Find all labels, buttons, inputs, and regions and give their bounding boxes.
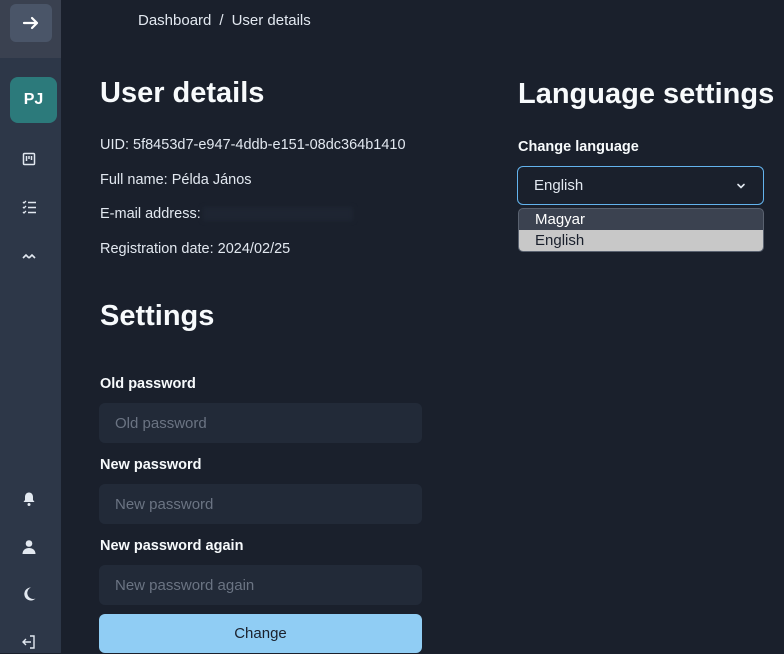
uid-text: UID: 5f8453d7-e947-4ddb-e151-08dc364b141… xyxy=(100,137,406,153)
profile-button[interactable] xyxy=(17,535,41,559)
list-nav-button[interactable] xyxy=(17,195,41,219)
breadcrumb-separator: / xyxy=(219,12,224,29)
new-password-label: New password xyxy=(100,457,202,473)
logout-icon xyxy=(22,635,35,649)
logout-button[interactable] xyxy=(17,630,41,654)
chevron-down-icon xyxy=(737,183,745,189)
theme-toggle-button[interactable] xyxy=(17,582,41,606)
sidebar: PJ xyxy=(0,0,61,653)
language-options-list: Magyar English xyxy=(518,208,764,252)
email-label: E-mail address: xyxy=(100,206,201,222)
board-icon xyxy=(22,152,36,166)
new-password-again-label: New password again xyxy=(100,538,244,554)
list-icon xyxy=(22,200,36,214)
expand-sidebar-button[interactable] xyxy=(10,4,52,42)
language-option-english[interactable]: English xyxy=(519,230,763,251)
bell-icon xyxy=(23,492,35,506)
change-language-label: Change language xyxy=(518,139,639,155)
language-option-magyar[interactable]: Magyar xyxy=(519,209,763,230)
chevrons-nav-button[interactable] xyxy=(17,243,41,267)
old-password-label: Old password xyxy=(100,376,196,392)
new-password-input[interactable] xyxy=(99,484,422,524)
old-password-input[interactable] xyxy=(99,403,422,443)
settings-title: Settings xyxy=(100,300,215,332)
registration-date-text: Registration date: 2024/02/25 xyxy=(100,241,291,257)
user-details-title: User details xyxy=(100,77,265,109)
avatar[interactable]: PJ xyxy=(10,77,57,123)
arrow-right-icon xyxy=(22,16,39,30)
redacted-email xyxy=(202,207,353,222)
user-icon xyxy=(22,540,36,554)
notifications-button[interactable] xyxy=(17,487,41,511)
language-select[interactable]: English xyxy=(517,166,764,205)
change-password-button[interactable]: Change xyxy=(99,614,422,653)
full-name-text: Full name: Példa János xyxy=(100,172,252,188)
breadcrumb: Dashboard / User details xyxy=(138,12,311,29)
language-selected-value: English xyxy=(534,177,584,194)
breadcrumb-home[interactable]: Dashboard xyxy=(138,12,211,29)
board-nav-button[interactable] xyxy=(17,147,41,171)
email-text: E-mail address: xyxy=(100,206,353,222)
breadcrumb-current: User details xyxy=(231,12,311,29)
chevrons-icon xyxy=(22,253,36,259)
moon-icon xyxy=(24,587,36,601)
language-settings-title: Language settings xyxy=(518,78,775,110)
new-password-again-input[interactable] xyxy=(99,565,422,605)
